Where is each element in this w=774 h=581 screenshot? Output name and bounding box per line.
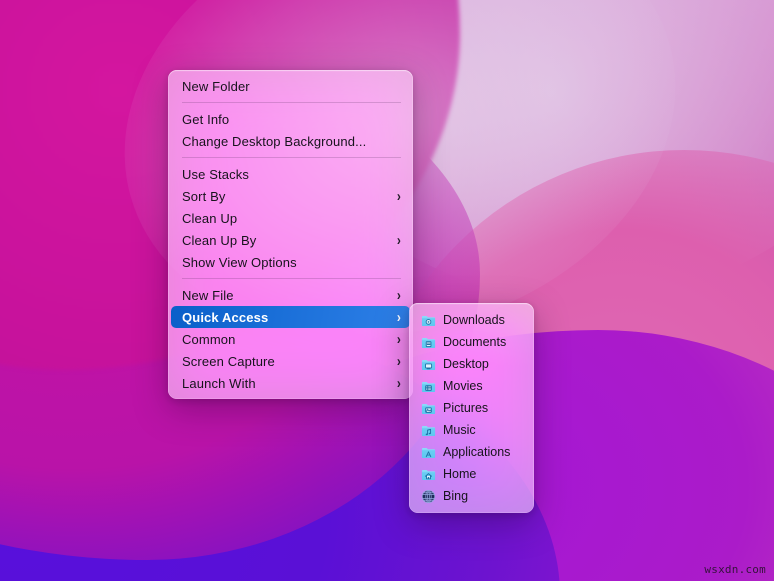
folder-applications-icon [421, 445, 436, 460]
folder-documents-icon [421, 335, 436, 350]
menu-separator [182, 278, 401, 279]
chevron-right-icon: › [397, 310, 401, 325]
menu-separator [182, 157, 401, 158]
submenu-item-documents[interactable]: Documents [409, 331, 534, 353]
chevron-right-icon: › [397, 189, 401, 204]
menu-item-launch-with[interactable]: Launch With › [168, 372, 413, 394]
menu-separator [182, 102, 401, 103]
menu-item-common[interactable]: Common › [168, 328, 413, 350]
menu-item-screen-capture[interactable]: Screen Capture › [168, 350, 413, 372]
menu-item-clean-up[interactable]: Clean Up [168, 207, 413, 229]
menu-item-label: Change Desktop Background... [182, 134, 401, 149]
menu-item-quick-access[interactable]: Quick Access › [171, 306, 410, 328]
chevron-right-icon: › [397, 233, 401, 248]
submenu-item-label: Applications [443, 445, 524, 459]
submenu-item-pictures[interactable]: Pictures [409, 397, 534, 419]
menu-item-change-desktop-background[interactable]: Change Desktop Background... [168, 130, 413, 152]
folder-home-icon [421, 467, 436, 482]
chevron-right-icon: › [397, 376, 401, 391]
menu-item-label: Common [182, 332, 387, 347]
menu-item-label: Use Stacks [182, 167, 401, 182]
submenu-item-label: Bing [443, 489, 524, 503]
menu-item-label: Clean Up [182, 211, 401, 226]
menu-item-label: Get Info [182, 112, 401, 127]
submenu-item-label: Music [443, 423, 524, 437]
folder-downloads-icon [421, 313, 436, 328]
menu-item-clean-up-by[interactable]: Clean Up By › [168, 229, 413, 251]
menu-item-new-file[interactable]: New File › [168, 284, 413, 306]
menu-item-label: Clean Up By [182, 233, 387, 248]
folder-desktop-icon [421, 357, 436, 372]
submenu-item-movies[interactable]: Movies [409, 375, 534, 397]
menu-item-new-folder[interactable]: New Folder [168, 75, 413, 97]
menu-item-label: New File [182, 288, 387, 303]
menu-item-label: Quick Access [182, 310, 387, 325]
watermark: wsxdn.com [704, 563, 766, 576]
quick-access-submenu[interactable]: Downloads Documents Desktop Movies Pictures M… [409, 303, 534, 513]
menu-item-label: Sort By [182, 189, 387, 204]
chevron-right-icon: › [397, 332, 401, 347]
submenu-item-music[interactable]: Music [409, 419, 534, 441]
submenu-item-label: Downloads [443, 313, 524, 327]
submenu-item-label: Documents [443, 335, 524, 349]
submenu-item-bing[interactable]: Bing [409, 485, 534, 507]
menu-item-get-info[interactable]: Get Info [168, 108, 413, 130]
submenu-item-label: Desktop [443, 357, 524, 371]
menu-item-label: Launch With [182, 376, 387, 391]
globe-icon [421, 489, 436, 504]
menu-item-label: New Folder [182, 79, 401, 94]
chevron-right-icon: › [397, 354, 401, 369]
menu-item-label: Screen Capture [182, 354, 387, 369]
submenu-item-label: Movies [443, 379, 524, 393]
submenu-item-label: Home [443, 467, 524, 481]
folder-movies-icon [421, 379, 436, 394]
folder-music-icon [421, 423, 436, 438]
submenu-item-label: Pictures [443, 401, 524, 415]
menu-item-label: Show View Options [182, 255, 401, 270]
menu-item-show-view-options[interactable]: Show View Options [168, 251, 413, 273]
submenu-item-applications[interactable]: Applications [409, 441, 534, 463]
submenu-item-desktop[interactable]: Desktop [409, 353, 534, 375]
menu-item-use-stacks[interactable]: Use Stacks [168, 163, 413, 185]
submenu-item-downloads[interactable]: Downloads [409, 309, 534, 331]
desktop-context-menu[interactable]: New Folder Get Info Change Desktop Backgro… [168, 70, 413, 399]
chevron-right-icon: › [397, 288, 401, 303]
folder-pictures-icon [421, 401, 436, 416]
menu-item-sort-by[interactable]: Sort By › [168, 185, 413, 207]
submenu-item-home[interactable]: Home [409, 463, 534, 485]
